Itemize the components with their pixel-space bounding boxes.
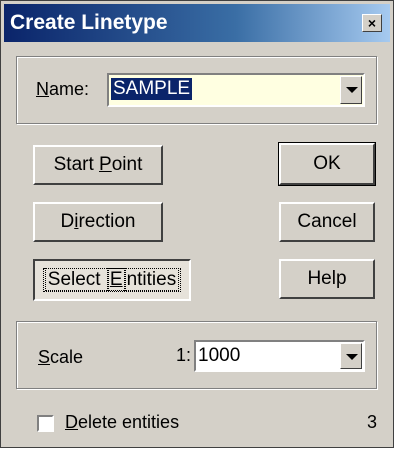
scale-label: Scale: [38, 347, 84, 367]
scale-combobox[interactable]: 1000: [194, 340, 365, 372]
direction-button[interactable]: Direction: [33, 202, 163, 242]
name-combobox[interactable]: SAMPLE: [107, 73, 365, 107]
name-label: Name:: [36, 79, 90, 99]
delete-entities-label[interactable]: Delete entities: [65, 412, 179, 433]
scale-value[interactable]: 1000: [198, 345, 240, 367]
create-linetype-dialog: Create Linetype × Name: SAMPLE Start Poi…: [0, 0, 394, 448]
ok-button[interactable]: OK: [278, 142, 376, 186]
delete-entities-checkbox[interactable]: [37, 415, 54, 432]
select-entities-button[interactable]: Select Entities: [33, 259, 191, 301]
name-value[interactable]: SAMPLE: [111, 78, 193, 100]
close-icon: ×: [367, 15, 377, 31]
entity-count: 3: [367, 412, 378, 432]
name-dropdown-button[interactable]: [340, 76, 362, 104]
scale-dropdown-button[interactable]: [340, 343, 362, 369]
help-button[interactable]: Help: [279, 259, 375, 299]
title-bar: Create Linetype ×: [4, 4, 390, 42]
close-button[interactable]: ×: [362, 14, 382, 32]
scale-ratio-prefix: 1:: [176, 345, 192, 365]
cancel-button[interactable]: Cancel: [279, 202, 375, 242]
start-point-button[interactable]: Start Point: [33, 145, 163, 185]
window-title: Create Linetype: [10, 11, 168, 34]
